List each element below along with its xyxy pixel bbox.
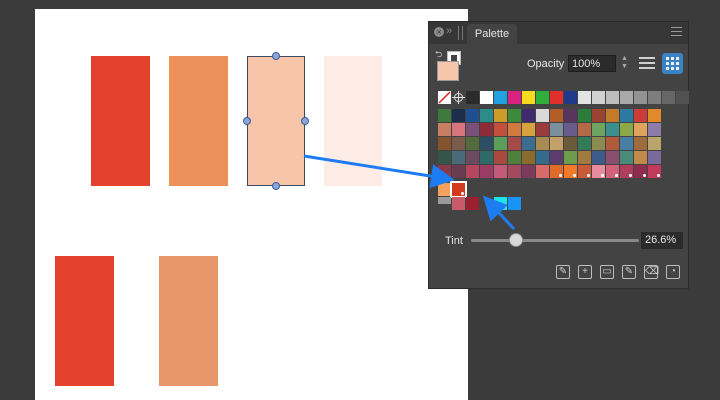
arrow-to-new-swatch	[482, 195, 516, 231]
annotation-arrows	[303, 154, 516, 231]
arrow-to-swatch	[303, 154, 455, 189]
